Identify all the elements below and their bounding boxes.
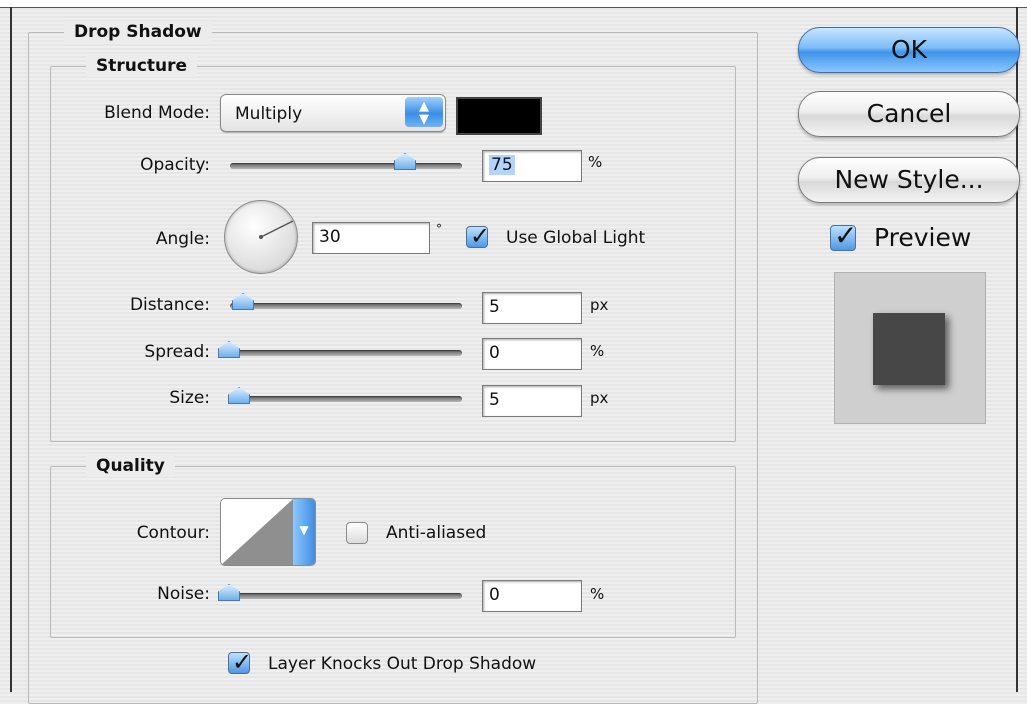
- dropdown-arrow-icon: ▼: [293, 499, 315, 565]
- use-global-light-label: Use Global Light: [506, 228, 646, 248]
- preview-checkbox[interactable]: ✓: [830, 219, 857, 252]
- opacity-unit: %: [588, 153, 603, 171]
- opacity-input[interactable]: 75: [482, 150, 582, 182]
- preview-label: Preview: [874, 223, 972, 252]
- spread-unit: %: [590, 342, 605, 360]
- drop-shadow-legend: Drop Shadow: [64, 21, 212, 43]
- spread-slider-track[interactable]: [220, 350, 462, 356]
- noise-label: Noise:: [157, 584, 210, 604]
- noise-unit: %: [590, 585, 605, 603]
- opacity-value: 75: [489, 155, 515, 175]
- spread-input[interactable]: 0: [482, 338, 582, 370]
- spread-label: Spread:: [144, 342, 210, 362]
- distance-unit: px: [590, 296, 609, 314]
- noise-slider-track[interactable]: [220, 593, 462, 599]
- new-style-button[interactable]: New Style...: [798, 157, 1020, 203]
- spread-value: 0: [489, 343, 500, 363]
- size-label: Size:: [169, 388, 210, 408]
- blend-mode-select[interactable]: Multiply ▲ ▼: [220, 94, 446, 132]
- angle-label: Angle:: [155, 229, 210, 249]
- preview-thumbnail: [834, 272, 986, 424]
- ok-button[interactable]: OK: [798, 27, 1020, 73]
- opacity-slider-track[interactable]: [230, 163, 462, 169]
- checkmark-icon: ✓: [470, 222, 491, 250]
- top-edge: [0, 0, 1027, 8]
- updown-arrows-icon: ▲ ▼: [405, 97, 443, 127]
- distance-label: Distance:: [129, 295, 210, 315]
- preview-square: [873, 313, 945, 385]
- angle-dial-icon[interactable]: [224, 200, 298, 274]
- distance-value: 5: [489, 297, 500, 317]
- structure-legend: Structure: [86, 55, 198, 77]
- quality-legend: Quality: [86, 455, 175, 477]
- angle-unit: °: [436, 222, 442, 236]
- quality-group: [50, 466, 736, 638]
- shadow-color-swatch[interactable]: [456, 97, 542, 135]
- noise-value: 0: [489, 585, 500, 605]
- checkmark-icon: ✓: [834, 219, 858, 252]
- cancel-button[interactable]: Cancel: [798, 91, 1020, 137]
- anti-aliased-label: Anti-aliased: [386, 523, 487, 543]
- angle-input[interactable]: 30: [312, 222, 430, 254]
- layer-knocks-out-label: Layer Knocks Out Drop Shadow: [268, 654, 537, 674]
- contour-picker[interactable]: ▼: [220, 498, 316, 566]
- blend-mode-value: Multiply: [235, 104, 303, 124]
- opacity-label: Opacity:: [140, 155, 210, 175]
- checkmark-icon: ✓: [232, 648, 253, 676]
- distance-slider-track[interactable]: [230, 303, 462, 309]
- distance-input[interactable]: 5: [482, 292, 582, 324]
- anti-aliased-checkbox[interactable]: [346, 522, 368, 544]
- window-left-edge: [10, 7, 12, 692]
- layer-knocks-out-checkbox[interactable]: ✓: [228, 648, 252, 676]
- use-global-light-checkbox[interactable]: ✓: [466, 222, 490, 250]
- size-unit: px: [590, 389, 609, 407]
- contour-curve-icon: [221, 499, 293, 565]
- size-input[interactable]: 5: [482, 385, 582, 417]
- size-value: 5: [489, 390, 500, 410]
- contour-label: Contour:: [136, 523, 210, 543]
- blend-mode-label: Blend Mode:: [104, 103, 210, 123]
- angle-value: 30: [319, 227, 341, 247]
- size-slider-track[interactable]: [230, 396, 462, 402]
- noise-input[interactable]: 0: [482, 580, 582, 612]
